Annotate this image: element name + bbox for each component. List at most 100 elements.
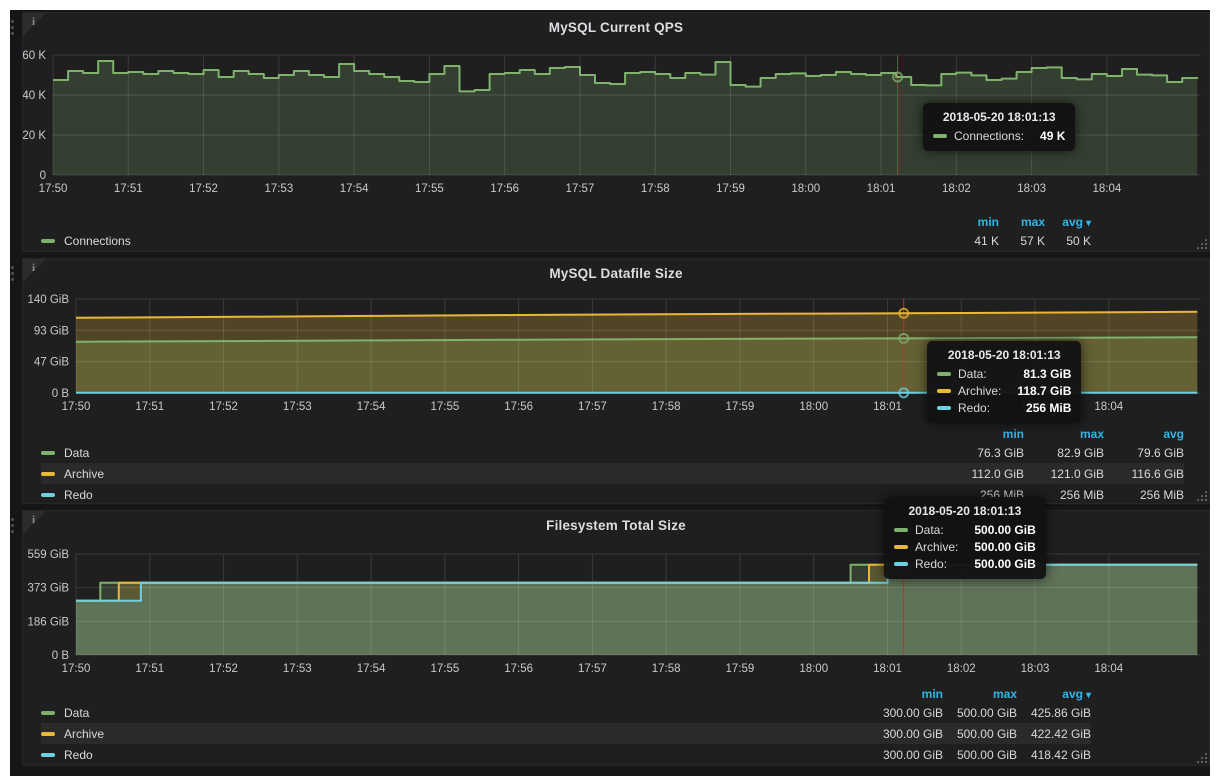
tooltip-series-name: Redo: bbox=[915, 557, 947, 571]
x-axis-tick-label: 17:58 bbox=[641, 183, 670, 195]
legend-sort-avg[interactable]: avg▾ bbox=[1017, 685, 1091, 702]
drag-handle-dots[interactable] bbox=[11, 266, 15, 281]
series-color-dash-icon bbox=[894, 545, 908, 549]
legend-sort-avg[interactable]: avg bbox=[1104, 425, 1184, 442]
series-color-dash-icon bbox=[41, 711, 55, 715]
x-axis-tick-label: 18:04 bbox=[1094, 663, 1123, 675]
x-axis-tick-label: 18:04 bbox=[1094, 401, 1123, 413]
legend-sort-max[interactable]: max bbox=[999, 213, 1045, 230]
tooltip-series-row: Data: 81.3 GiB bbox=[937, 367, 1071, 381]
tooltip-series-row: Connections:49 K bbox=[933, 129, 1065, 143]
x-axis-tick-label: 17:55 bbox=[415, 183, 444, 195]
tooltip-series-name: Archive: bbox=[915, 540, 958, 554]
x-axis-tick-label: 18:01 bbox=[873, 401, 902, 413]
tooltip: 2018-05-20 18:01:13 Connections:49 K bbox=[923, 103, 1075, 151]
avg-sort-caret-icon: ▾ bbox=[1086, 690, 1091, 701]
legend-stat-value: 57 K bbox=[999, 230, 1045, 251]
tooltip-series-name: Data: bbox=[915, 523, 944, 537]
x-axis-tick-label: 18:00 bbox=[791, 183, 820, 195]
drag-handle-dots[interactable] bbox=[11, 518, 15, 533]
tooltip-series-value: 118.7 GiB bbox=[1001, 384, 1071, 398]
y-axis-tick-label: 559 GiB bbox=[27, 549, 69, 561]
legend-header-spacer bbox=[41, 685, 869, 702]
legend-series-name[interactable]: Archive bbox=[41, 723, 869, 744]
legend-series-name[interactable]: Data bbox=[41, 442, 944, 463]
legend-row: Archive300.00 GiB500.00 GiB422.42 GiB bbox=[41, 723, 1091, 744]
legend-row: Archive112.0 GiB121.0 GiB116.6 GiB bbox=[41, 463, 1184, 484]
series-color-dash-icon bbox=[937, 406, 951, 410]
legend-table: minmaxavg▾Connections41 K57 K50 K bbox=[41, 213, 1091, 251]
series-color-dash-icon bbox=[894, 528, 908, 532]
x-axis-tick-label: 17:57 bbox=[578, 663, 607, 675]
x-axis-tick-label: 17:58 bbox=[652, 663, 681, 675]
legend-header-spacer bbox=[41, 425, 944, 442]
x-axis-tick-label: 17:51 bbox=[135, 663, 164, 675]
legend-series-name[interactable]: Connections bbox=[41, 230, 953, 251]
legend-sort-avg[interactable]: avg▾ bbox=[1045, 213, 1091, 230]
legend-stat-value: 500.00 GiB bbox=[943, 723, 1017, 744]
tooltip-series-value: 500.00 GiB bbox=[958, 523, 1035, 537]
x-axis-tick-label: 17:50 bbox=[62, 401, 91, 413]
legend-row: Data300.00 GiB500.00 GiB425.86 GiB bbox=[41, 702, 1091, 723]
x-axis-tick-label: 17:56 bbox=[504, 401, 533, 413]
x-axis-tick-label: 17:56 bbox=[504, 663, 533, 675]
grafana-dashboard-page: i MySQL Current QPS 020 K40 K60 K17:5017… bbox=[0, 0, 1224, 784]
tooltip-series-value: 500.00 GiB bbox=[958, 557, 1035, 571]
legend-stat-value: 418.42 GiB bbox=[1017, 744, 1091, 765]
x-axis-tick-label: 18:00 bbox=[799, 663, 828, 675]
tooltip-series-name: Data: bbox=[958, 367, 987, 381]
y-axis-tick-label: 20 K bbox=[23, 130, 46, 142]
x-axis-tick-label: 17:59 bbox=[726, 401, 755, 413]
series-color-dash-icon bbox=[894, 562, 908, 566]
x-axis-tick-label: 17:57 bbox=[566, 183, 595, 195]
legend-sort-min[interactable]: min bbox=[869, 685, 943, 702]
drag-handle-dots[interactable] bbox=[11, 20, 15, 35]
legend-stat-value: 500.00 GiB bbox=[943, 744, 1017, 765]
legend: minmaxavg▾Data300.00 GiB500.00 GiB425.86… bbox=[41, 685, 1091, 765]
series-color-dash-icon bbox=[937, 389, 951, 393]
legend-series-name[interactable]: Redo bbox=[41, 484, 944, 505]
x-axis-tick-label: 17:59 bbox=[726, 663, 755, 675]
y-axis-tick-label: 140 GiB bbox=[27, 294, 69, 306]
tooltip: 2018-05-20 18:01:13 Data: 81.3 GiB Archive:… bbox=[927, 341, 1081, 423]
x-axis-tick-label: 17:50 bbox=[62, 663, 91, 675]
legend-series-name[interactable]: Archive bbox=[41, 463, 944, 484]
legend-stat-value: 121.0 GiB bbox=[1024, 463, 1104, 484]
y-axis-tick-label: 373 GiB bbox=[27, 583, 69, 595]
tooltip-series-name: Redo: bbox=[958, 401, 990, 415]
x-axis-tick-label: 17:54 bbox=[357, 663, 386, 675]
x-axis-tick-label: 17:54 bbox=[340, 183, 369, 195]
legend-sort-max[interactable]: max bbox=[943, 685, 1017, 702]
x-axis-tick-label: 17:53 bbox=[264, 183, 293, 195]
y-axis-tick-label: 0 bbox=[40, 170, 46, 182]
x-axis-tick-label: 17:51 bbox=[114, 183, 143, 195]
x-axis-tick-label: 17:55 bbox=[430, 401, 459, 413]
y-axis-tick-label: 47 GiB bbox=[34, 357, 69, 369]
series-color-dash-icon bbox=[41, 239, 55, 243]
x-axis-tick-label: 18:02 bbox=[942, 183, 971, 195]
resize-grip-icon[interactable] bbox=[1196, 752, 1207, 763]
legend-series-name[interactable]: Redo bbox=[41, 744, 869, 765]
resize-grip-icon[interactable] bbox=[1196, 238, 1207, 249]
tooltip-series-row: Archive:118.7 GiB bbox=[937, 384, 1071, 398]
legend-stat-value: 422.42 GiB bbox=[1017, 723, 1091, 744]
tooltip-timestamp: 2018-05-20 18:01:13 bbox=[933, 110, 1065, 124]
x-axis-tick-label: 18:03 bbox=[1021, 663, 1050, 675]
resize-grip-icon[interactable] bbox=[1196, 490, 1207, 501]
x-axis-tick-label: 17:57 bbox=[578, 401, 607, 413]
tooltip-series-value: 81.3 GiB bbox=[1007, 367, 1071, 381]
y-axis-tick-label: 40 K bbox=[23, 90, 46, 102]
legend-row: Data76.3 GiB82.9 GiB79.6 GiB bbox=[41, 442, 1184, 463]
legend-sort-min[interactable]: min bbox=[953, 213, 999, 230]
legend-sort-min[interactable]: min bbox=[944, 425, 1024, 442]
legend-sort-max[interactable]: max bbox=[1024, 425, 1104, 442]
legend-header-spacer bbox=[41, 213, 953, 230]
tooltip-timestamp: 2018-05-20 18:01:13 bbox=[937, 348, 1071, 362]
legend-series-name[interactable]: Data bbox=[41, 702, 869, 723]
legend-stat-value: 300.00 GiB bbox=[869, 723, 943, 744]
legend-table: minmaxavg▾Data300.00 GiB500.00 GiB425.86… bbox=[41, 685, 1091, 765]
legend-stat-value: 300.00 GiB bbox=[869, 702, 943, 723]
legend-stat-value: 256 MiB bbox=[1104, 484, 1184, 505]
legend-stat-value: 300.00 GiB bbox=[869, 744, 943, 765]
y-axis-tick-label: 93 GiB bbox=[34, 325, 69, 337]
